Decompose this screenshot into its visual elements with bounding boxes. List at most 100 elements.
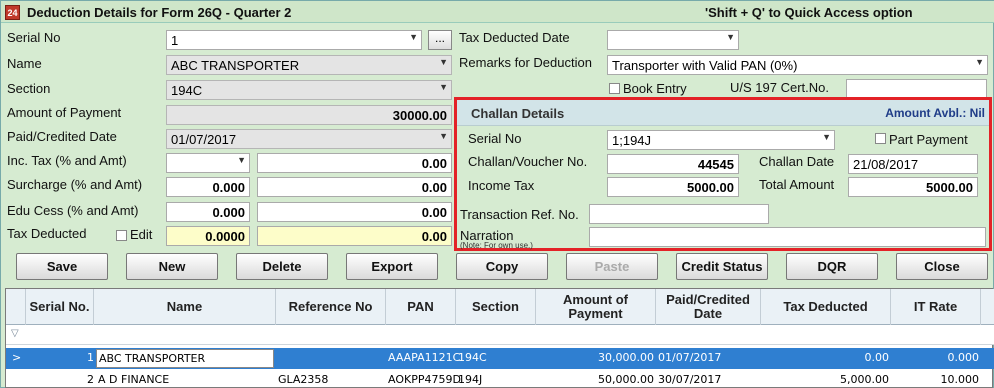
book-entry-checkbox[interactable] (609, 83, 620, 94)
tax-deducted-amt-field[interactable]: 0.00 (257, 226, 452, 246)
tax-deducted-label: Tax Deducted (7, 226, 87, 241)
income-tax-field[interactable]: 5000.00 (607, 177, 739, 197)
inc-tax-label: Inc. Tax (% and Amt) (7, 153, 127, 168)
tax-deducted-pct-field[interactable]: 0.0000 (166, 226, 250, 246)
cell-pan: AOKPP4759D (388, 373, 461, 386)
section-label: Section (7, 81, 51, 96)
challan-title: Challan Details (471, 106, 565, 121)
paid-credited-date-label: Paid/Credited Date (7, 129, 117, 144)
cell-name-editor[interactable]: ABC TRANSPORTER (96, 349, 274, 368)
row-indicator-header (6, 289, 26, 325)
col-tax-deducted[interactable]: Tax Deducted (761, 289, 891, 325)
edit-checkbox[interactable] (116, 230, 127, 241)
cell-serial: 1 (87, 351, 94, 364)
cell-rate: 10.000 (940, 373, 980, 386)
new-button[interactable]: New (126, 253, 218, 280)
transaction-ref-field[interactable] (589, 204, 769, 224)
cell-tax: 0.00 (864, 351, 890, 364)
copy-button[interactable]: Copy (456, 253, 548, 280)
deduction-details-window: 24 Deduction Details for Form 26Q - Quar… (0, 0, 994, 388)
col-section[interactable]: Section (456, 289, 536, 325)
cell-section: 194J (458, 373, 483, 386)
name-label: Name (7, 56, 42, 71)
col-name[interactable]: Name (94, 289, 276, 325)
cell-amount: 30,000.00 (598, 351, 654, 364)
voucher-label: Challan/Voucher No. (468, 154, 588, 169)
current-row-icon: > (12, 351, 22, 364)
surcharge-pct-field[interactable]: 0.000 (166, 177, 250, 197)
challan-header: Challan Details Amount Avbl.: Nil (457, 100, 989, 126)
edu-cess-label: Edu Cess (% and Amt) (7, 203, 139, 218)
cell-tax: 5,000.00 (840, 373, 889, 386)
serial-no-label: Serial No (7, 30, 61, 45)
inc-tax-pct-select[interactable]: ▼ (166, 153, 250, 173)
cell-section: 194C (458, 351, 487, 364)
serial-no-select[interactable]: 1 ▼ (166, 30, 422, 50)
narration-field[interactable] (589, 227, 986, 247)
table-row[interactable]: 2 A D FINANCE GLA2358 AOKPP4759D 194J 50… (6, 370, 994, 388)
narration-note: (Note: For own use.) (460, 241, 533, 250)
chevron-down-icon: ▼ (439, 82, 448, 92)
remarks-label: Remarks for Deduction (459, 55, 592, 70)
edit-label: Edit (130, 227, 153, 242)
chevron-down-icon: ▼ (409, 32, 418, 42)
book-entry-label: Book Entry (623, 81, 687, 96)
name-select[interactable]: ABC TRANSPORTER ▼ (166, 55, 452, 75)
cell-date: 30/07/2017 (658, 373, 722, 386)
col-pan[interactable]: PAN (386, 289, 456, 325)
surcharge-amt-field[interactable]: 0.00 (257, 177, 452, 197)
chevron-down-icon: ▼ (822, 132, 831, 142)
chevron-down-icon: ▼ (439, 57, 448, 67)
title-bar: 24 Deduction Details for Form 26Q - Quar… (1, 1, 994, 23)
col-paid-credited-date[interactable]: Paid/Credited Date (656, 289, 761, 325)
col-amount-of-payment[interactable]: Amount of Payment (536, 289, 656, 325)
cell-pan: AAAPA1121C (388, 351, 461, 364)
dqr-button[interactable]: DQR (786, 253, 878, 280)
amount-of-payment-field[interactable]: 30000.00 (166, 105, 452, 125)
save-button[interactable]: Save (16, 253, 108, 280)
challan-serial-label: Serial No (468, 131, 522, 146)
amount-available: Amount Avbl.: Nil (885, 106, 985, 120)
deductions-grid: Serial No. Name Reference No PAN Section… (5, 288, 994, 388)
challan-serial-select[interactable]: 1;194J ▼ (607, 130, 835, 150)
cell-amount: 50,000.00 (598, 373, 654, 386)
credit-status-button[interactable]: Credit Status (676, 253, 768, 280)
delete-button[interactable]: Delete (236, 253, 328, 280)
export-button[interactable]: Export (346, 253, 438, 280)
cell-date: 01/07/2017 (658, 351, 722, 364)
voucher-field[interactable]: 44545 (607, 154, 739, 174)
us197-cert-field[interactable] (846, 79, 987, 99)
serial-no-browse-button[interactable]: ... (428, 30, 452, 50)
edu-cess-amt-field[interactable]: 0.00 (257, 202, 452, 222)
total-amount-label: Total Amount (759, 177, 835, 192)
tax-deducted-date-picker[interactable]: ▼ (607, 30, 739, 50)
cell-serial: 2 (87, 373, 94, 386)
table-row[interactable]: > 1 ABC TRANSPORTER AAAPA1121C 194C 30,0… (6, 348, 994, 369)
edu-cess-pct-field[interactable]: 0.000 (166, 202, 250, 222)
cell-ref: GLA2358 (278, 373, 329, 386)
total-amount-field[interactable]: 5000.00 (848, 177, 978, 197)
col-reference-no[interactable]: Reference No (276, 289, 386, 325)
amount-of-payment-label: Amount of Payment (7, 105, 122, 120)
quick-access-hint: 'Shift + Q' to Quick Access option (705, 5, 913, 20)
part-payment-label: Part Payment (889, 132, 968, 147)
paste-button[interactable]: Paste (566, 253, 658, 280)
chevron-down-icon: ▼ (975, 57, 984, 67)
chevron-down-icon: ▼ (726, 32, 735, 42)
tax-deducted-date-label: Tax Deducted Date (459, 30, 570, 45)
surcharge-label: Surcharge (% and Amt) (7, 177, 143, 192)
income-tax-label: Income Tax (468, 178, 535, 193)
challan-details-panel: Challan Details Amount Avbl.: Nil Serial… (454, 97, 992, 251)
cell-name: A D FINANCE (98, 373, 170, 386)
close-button[interactable]: Close (896, 253, 988, 280)
challan-date-field[interactable]: 21/08/2017 (848, 154, 978, 174)
filter-row[interactable]: ▽ (6, 325, 994, 345)
part-payment-checkbox[interactable] (875, 133, 886, 144)
col-it-rate[interactable]: IT Rate (891, 289, 981, 325)
paid-credited-date-picker[interactable]: 01/07/2017 ▼ (166, 129, 452, 149)
col-serial-no[interactable]: Serial No. (26, 289, 94, 325)
section-select[interactable]: 194C ▼ (166, 80, 452, 100)
remarks-select[interactable]: Transporter with Valid PAN (0%) ▼ (607, 55, 988, 75)
grid-header: Serial No. Name Reference No PAN Section… (6, 289, 994, 325)
inc-tax-amt-field[interactable]: 0.00 (257, 153, 452, 173)
